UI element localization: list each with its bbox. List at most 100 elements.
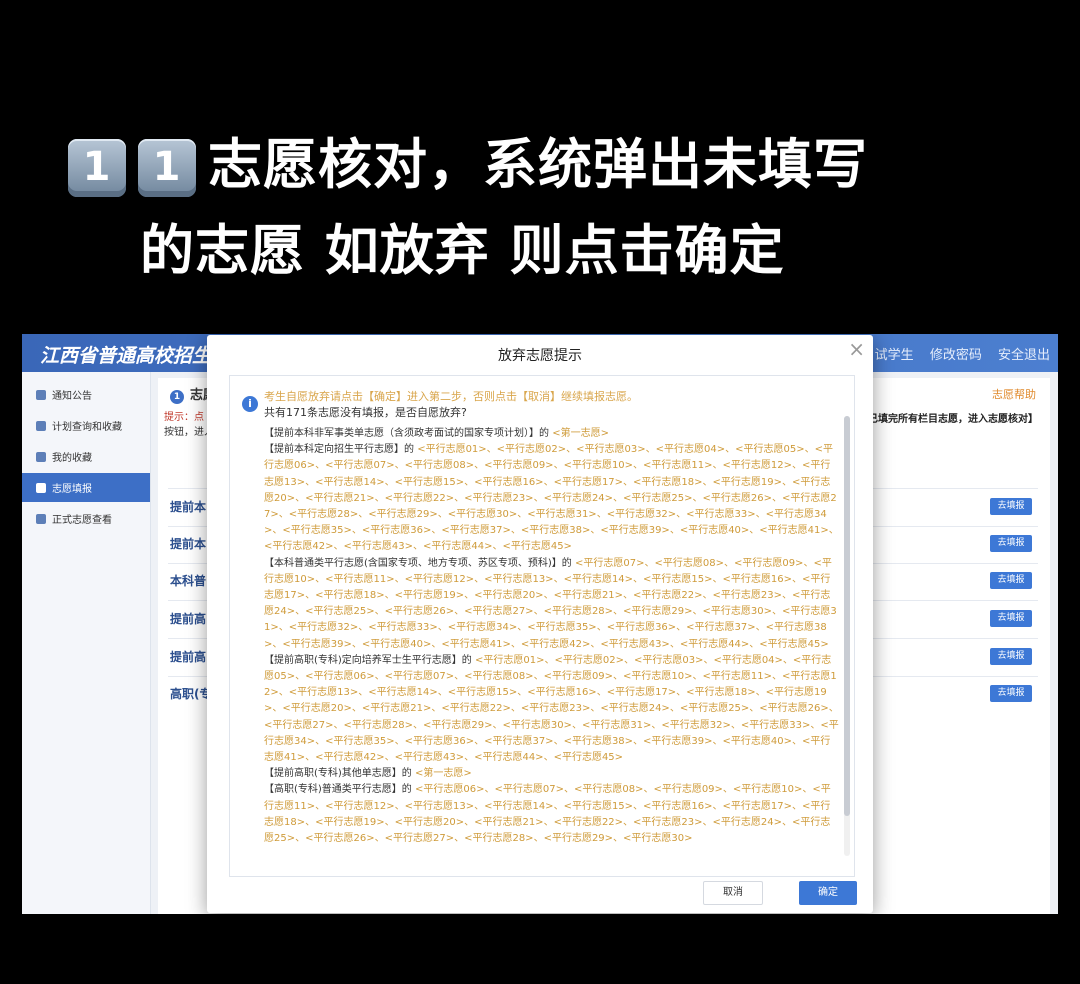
wish-item: <平行志愿36> — [404, 735, 475, 747]
top-links: 试学生 修改密码 安全退出 — [863, 344, 1050, 363]
wish-item: <平行志愿11> — [325, 573, 395, 585]
wish-item: <平行志愿45> — [502, 541, 572, 553]
unfilled-wishes-list: 【提前本科非军事类单志愿（含须政考面试的国家专项计划）】的 <第一志愿> 【提前本… — [264, 426, 840, 847]
caption-text-1: 志愿核对，系统弹出未填写 — [208, 133, 868, 196]
fill-button[interactable]: 去填报 — [990, 610, 1032, 627]
top-link-student[interactable]: 试学生 — [875, 348, 914, 363]
fill-button[interactable]: 去填报 — [990, 685, 1032, 702]
wish-item: <第一志愿> — [552, 428, 609, 439]
wish-item: <平行志愿29> — [623, 606, 693, 618]
caption-line-1: 1 1 志愿核对，系统弹出未填写 — [68, 120, 868, 199]
help-link[interactable]: 志愿帮助 — [992, 386, 1036, 402]
wish-item: <平行志愿05> — [735, 444, 805, 456]
wish-item: <第一志愿> — [414, 768, 472, 780]
wish-item: <平行志愿23> — [633, 816, 703, 828]
wish-item: <平行志愿26> — [702, 492, 773, 504]
wish-item: <平行志愿27> — [264, 719, 334, 731]
wish-item: <平行志愿08> — [464, 671, 534, 683]
fill-button[interactable]: 去填报 — [990, 648, 1032, 665]
wish-item: <平行志愿17> — [722, 800, 793, 812]
wish-category: 【提前高职(专科)其他单志愿】的 — [264, 768, 415, 780]
wish-item: <平行志愿28> — [543, 606, 614, 618]
wish-item: <平行志愿18> — [315, 590, 385, 602]
wish-item: <平行志愿22> — [553, 816, 624, 828]
wish-item: <平行志愿38> — [563, 735, 634, 747]
wish-item: <平行志愿39> — [600, 525, 670, 537]
dialog-question: 共有171条志愿没有填报，是否自愿放弃? — [264, 406, 467, 419]
site-logo: 江西省普通高校招生考 — [40, 345, 231, 367]
wish-item: <平行志愿16> — [722, 573, 793, 585]
wish-item: <平行志愿15> — [447, 687, 518, 699]
wish-item: <平行志愿42> — [315, 752, 385, 764]
wish-item: <平行志愿17> — [606, 687, 677, 699]
wish-item: <平行志愿40> — [722, 735, 793, 747]
wish-item: <平行志愿28> — [343, 719, 413, 731]
wish-item: <平行志愿33> — [368, 622, 438, 634]
wish-item: <平行志愿27> — [464, 606, 534, 618]
wish-item: <平行志愿02> — [496, 444, 567, 456]
wish-item: <平行志愿44> — [474, 752, 544, 764]
wish-item: <平行志愿09> — [484, 460, 554, 472]
wish-group: 【提前高职(专科)其他单志愿】的 <第一志愿> — [264, 766, 840, 782]
wish-item: <平行志愿43> — [394, 752, 465, 764]
wish-item: <平行志愿42> — [520, 638, 591, 650]
wish-category: 【提前本科定向招生平行志愿】的 — [264, 444, 418, 456]
wish-category: 【提前本科非军事类单志愿（含须政考面试的国家专项计划）】的 — [264, 428, 553, 439]
wish-item: <平行志愿09> — [733, 557, 804, 569]
wish-item: <平行志愿30> — [702, 606, 773, 618]
close-icon[interactable]: × — [848, 337, 865, 361]
wish-item: <平行志愿15> — [563, 800, 634, 812]
sidebar-item-favorites[interactable]: 我的收藏 — [22, 442, 150, 471]
wish-item: <平行志愿23> — [520, 703, 591, 715]
wish-item: <平行志愿13> — [404, 800, 475, 812]
wish-item: <平行志愿24> — [543, 492, 614, 504]
sidebar-item-fill-wishes[interactable]: 志愿填报 — [22, 473, 150, 502]
wish-item: <平行志愿41> — [441, 638, 511, 650]
wish-item: <平行志愿04> — [713, 654, 783, 666]
wish-item: <平行志愿40> — [361, 638, 432, 650]
category-row-label: 本科普 — [170, 574, 207, 588]
fill-button[interactable]: 去填报 — [990, 572, 1032, 589]
wish-item: <平行志愿13> — [484, 573, 554, 585]
wish-item: <平行志愿30> — [623, 833, 693, 845]
wish-item: <平行志愿32> — [661, 719, 731, 731]
wish-item: <平行志愿14> — [368, 687, 438, 699]
wish-item: <平行志愿12> — [722, 460, 793, 472]
top-link-logout[interactable]: 安全退出 — [998, 348, 1050, 363]
wish-item: <平行志愿17> — [553, 476, 624, 488]
wish-group: 【提前高职(专科)定向培养军士生平行志愿】的 <平行志愿01>、<平行志愿02>… — [264, 654, 839, 764]
sidebar-item-view-wishes[interactable]: 正式志愿查看 — [22, 504, 150, 533]
wish-item: <平行志愿33> — [686, 509, 756, 521]
wish-item: <平行志愿21> — [361, 703, 432, 715]
wish-item: <平行志愿21> — [474, 816, 544, 828]
wish-group: 【本科普通类平行志愿(含国家专项、地方专项、苏区专项、预科)】的 <平行志愿07… — [264, 557, 837, 650]
wish-item: <平行志愿09> — [653, 784, 723, 796]
scrollbar-thumb[interactable] — [844, 416, 850, 816]
wish-item: <平行志愿35> — [282, 525, 352, 537]
wish-item: <平行志愿44> — [679, 638, 750, 650]
cancel-button[interactable]: 取消 — [703, 881, 763, 905]
confirm-button[interactable]: 确定 — [799, 881, 857, 905]
wish-item: <平行志愿29> — [422, 719, 493, 731]
wish-item: <平行志愿26> — [759, 703, 829, 715]
fill-button[interactable]: 去填报 — [990, 498, 1032, 515]
wish-item: <平行志愿39> — [643, 735, 713, 747]
top-link-change-password[interactable]: 修改密码 — [930, 348, 982, 363]
dialog-title: 放弃志愿提示 — [498, 348, 582, 364]
wish-item: <平行志愿11> — [702, 671, 773, 683]
wish-item: <平行志愿09> — [543, 671, 614, 683]
fill-button[interactable]: 去填报 — [990, 535, 1032, 552]
wish-item: <平行志愿10> — [623, 671, 693, 683]
category-row-label: 提前本 — [170, 537, 207, 551]
wish-item: <平行志愿36> — [361, 525, 432, 537]
wish-item: <平行志愿23> — [464, 492, 534, 504]
wish-item: <平行志愿35> — [527, 622, 597, 634]
category-row-label: 提前高 — [170, 612, 207, 626]
sidebar-item-plan-query[interactable]: 计划查询和收藏 — [22, 411, 150, 440]
wish-item: <平行志愿16> — [643, 800, 713, 812]
scrollbar[interactable] — [844, 416, 850, 856]
sidebar-item-notice[interactable]: 通知公告 — [22, 380, 150, 409]
wish-item: <平行志愿16> — [527, 687, 597, 699]
wish-item: <平行志愿04> — [655, 444, 726, 456]
wish-item: <平行志愿07> — [325, 460, 395, 472]
